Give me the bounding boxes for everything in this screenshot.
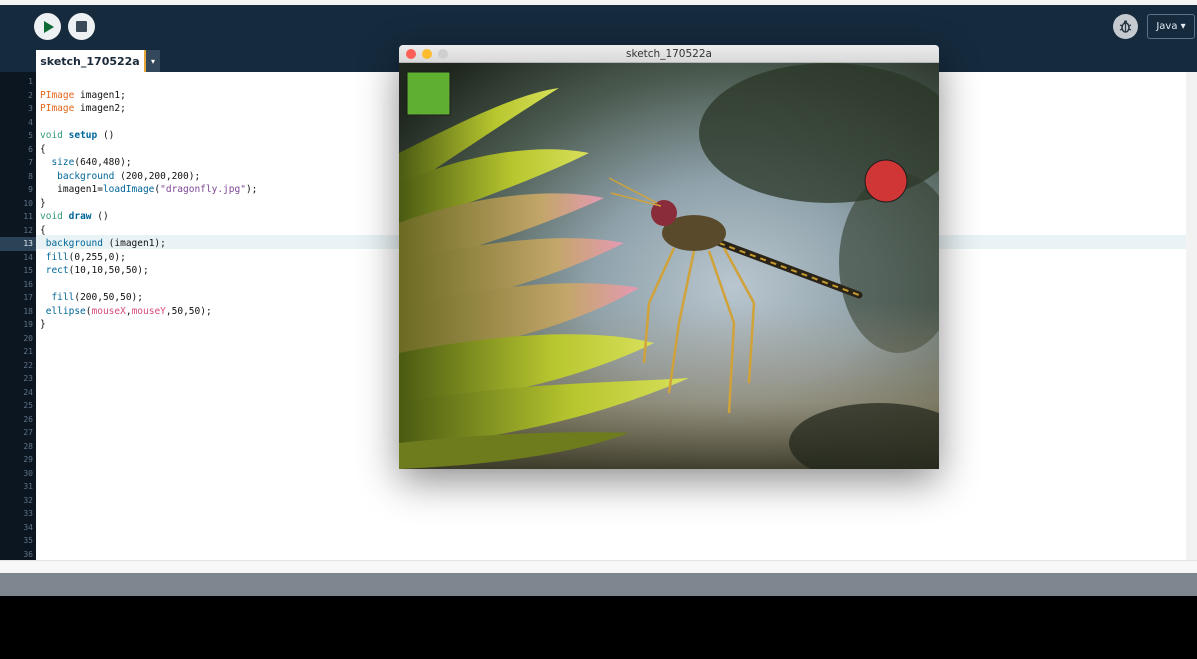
tab-sketch[interactable]: sketch_170522a [36, 50, 144, 72]
line-number: 2 [28, 90, 33, 100]
editor-footer [0, 560, 1197, 573]
line-number: 3 [28, 104, 33, 113]
line-number: 18 [23, 306, 33, 316]
line-number: 8 [28, 171, 33, 181]
close-icon[interactable] [406, 49, 416, 59]
line-number-gutter: 1 2 3 4 5 6 7 8 9 10 11 12 13 14 15 16 17 18 19 20 21 22 23 24 2… [0, 72, 36, 560]
debug-button[interactable] [1113, 14, 1138, 39]
line-number: 34 [23, 522, 33, 532]
code-line[interactable]: size(640,480); [40, 156, 131, 170]
line-number: 26 [23, 414, 33, 424]
line-number: 16 [23, 279, 33, 289]
code-line[interactable]: imagen1=loadImage("dragonfly.jpg"); [40, 183, 257, 197]
run-button[interactable] [34, 13, 61, 40]
line-number: 6 [28, 144, 33, 154]
line-number: 20 [23, 333, 33, 343]
line-number: 33 [23, 509, 33, 518]
maximize-icon[interactable] [438, 49, 448, 59]
code-line[interactable]: { [40, 224, 46, 238]
line-number: 5 [28, 131, 33, 140]
line-number: 13 [23, 239, 33, 248]
line-number: 22 [23, 360, 33, 370]
line-number: 24 [23, 387, 33, 397]
chevron-down-icon: ▾ [150, 56, 155, 66]
code-line[interactable]: void setup () [40, 129, 114, 143]
line-number: 15 [23, 266, 33, 275]
green-rectangle [406, 71, 451, 116]
code-line[interactable]: background (imagen1); [40, 237, 166, 251]
line-number: 11 [23, 212, 33, 221]
debug-icon [1119, 20, 1132, 33]
play-icon [44, 20, 54, 33]
line-number: 9 [28, 185, 33, 194]
code-line[interactable]: PImage imagen1; [40, 89, 126, 103]
code-line[interactable]: } [40, 197, 46, 211]
editor-scrollbar[interactable] [1186, 72, 1197, 560]
console-area[interactable] [0, 596, 1197, 659]
line-number: 10 [23, 198, 33, 208]
line-number: 23 [23, 374, 33, 383]
dragonfly-photo [399, 63, 939, 469]
line-number: 35 [23, 536, 33, 545]
code-line[interactable]: rect(10,10,50,50); [40, 264, 149, 278]
line-number: 7 [28, 158, 33, 167]
line-number: 12 [23, 225, 33, 235]
code-line[interactable]: background (200,200,200); [40, 170, 200, 184]
line-number: 27 [23, 428, 33, 437]
mode-select[interactable]: Java ▾ [1147, 14, 1195, 39]
line-number: 25 [23, 401, 33, 410]
line-number: 1 [28, 77, 33, 86]
code-line[interactable]: fill(0,255,0); [40, 251, 126, 265]
code-line[interactable]: } [40, 318, 46, 332]
line-number: 28 [23, 441, 33, 451]
sketch-window[interactable]: sketch_170522a [399, 45, 939, 469]
tab-menu-button[interactable]: ▾ [144, 50, 160, 72]
minimize-icon[interactable] [422, 49, 432, 59]
line-number: 19 [23, 320, 33, 329]
sketch-window-titlebar[interactable]: sketch_170522a [399, 45, 939, 63]
line-number: 21 [23, 347, 33, 356]
line-number: 14 [23, 252, 33, 262]
sketch-canvas[interactable] [399, 63, 939, 469]
line-number: 29 [23, 455, 33, 464]
code-line[interactable]: { [40, 143, 46, 157]
code-line[interactable]: PImage imagen2; [40, 102, 126, 116]
code-line[interactable]: fill(200,50,50); [40, 291, 143, 305]
line-number: 32 [23, 495, 33, 505]
status-bar [0, 573, 1197, 596]
line-number: 30 [23, 468, 33, 478]
stop-button[interactable] [68, 13, 95, 40]
line-number: 4 [28, 117, 33, 127]
line-number: 36 [23, 549, 33, 559]
stop-icon [76, 21, 87, 32]
red-ellipse [864, 159, 908, 203]
code-line[interactable]: void draw () [40, 210, 109, 224]
line-number: 17 [23, 293, 33, 302]
sketch-window-title: sketch_170522a [626, 47, 712, 60]
code-line[interactable]: ellipse(mouseX,mouseY,50,50); [40, 305, 212, 319]
line-number: 31 [23, 482, 33, 491]
